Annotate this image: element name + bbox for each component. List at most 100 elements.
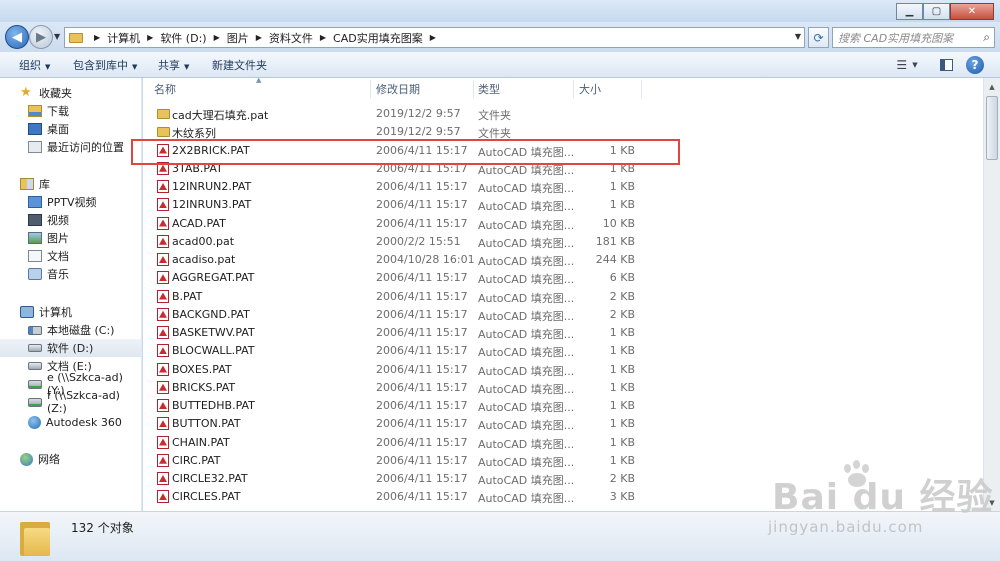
column-divider[interactable] (641, 80, 642, 98)
breadcrumb-drive-d[interactable]: 软件 (D:) (160, 30, 206, 46)
file-date: 2006/4/11 15:17 (376, 161, 468, 175)
file-row[interactable]: acad00.pat 2000/2/2 15:51 AutoCAD 填充图... 18… (143, 233, 983, 251)
file-row[interactable]: CIRCLE32.PAT 2006/4/11 15:17 AutoCAD 填充图..… (143, 470, 983, 488)
nav-item-pptv-video[interactable]: PPTV视频 (0, 193, 141, 211)
file-row[interactable]: BRICKS.PAT 2006/4/11 15:17 AutoCAD 填充图... 1… (143, 379, 983, 397)
close-button[interactable]: ✕ (950, 3, 994, 20)
column-divider[interactable] (370, 80, 371, 98)
column-header-size[interactable]: 大小 (579, 78, 601, 100)
column-divider[interactable] (473, 80, 474, 98)
file-date: 2006/4/11 15:17 (376, 362, 468, 376)
recent-pages-dropdown[interactable]: ▼ (54, 32, 60, 41)
nav-network[interactable]: 网络 (0, 450, 141, 468)
column-header-name[interactable]: 名称 (154, 78, 176, 100)
search-icon[interactable]: ⌕ (983, 30, 990, 45)
file-row[interactable]: BLOCWALL.PAT 2006/4/11 15:17 AutoCAD 填充图..… (143, 342, 983, 360)
column-divider[interactable] (573, 80, 574, 98)
file-row[interactable]: cad大理石填充.pat 2019/12/2 9:57 文件夹 (143, 105, 983, 123)
column-header-type-label: 类型 (478, 83, 500, 96)
file-row[interactable]: CHAIN.PAT 2006/4/11 15:17 AutoCAD 填充图... 1 … (143, 434, 983, 452)
address-bar[interactable]: ▶ 计算机 ▶ 软件 (D:) ▶ 图片 ▶ 资料文件 ▶ CAD实用填充图案 … (64, 27, 805, 48)
file-row[interactable]: BOXES.PAT 2006/4/11 15:17 AutoCAD 填充图... 1 … (143, 361, 983, 379)
file-date: 2006/4/11 15:17 (376, 271, 468, 285)
nav-item-music[interactable]: 音乐 (0, 265, 141, 283)
file-row[interactable]: 3TAB.PAT 2006/4/11 15:17 AutoCAD 填充图... 1 K… (143, 160, 983, 178)
file-size: 6 KB (609, 271, 635, 285)
file-date: 2006/4/11 15:17 (376, 472, 468, 485)
breadcrumb-computer[interactable]: 计算机 (107, 30, 140, 46)
maximize-button[interactable]: ▢ (923, 3, 950, 20)
nav-item-documents[interactable]: 文档 (0, 247, 141, 265)
vertical-scrollbar[interactable]: ▲ ▼ (983, 78, 1000, 511)
search-input[interactable]: 搜索 CAD实用填充图案 ⌕ (832, 27, 995, 48)
column-header-date-label: 修改日期 (376, 83, 420, 96)
nav-item-drive-d[interactable]: 软件 (D:) (0, 339, 141, 357)
nav-item-drive-c[interactable]: 本地磁盘 (C:) (0, 321, 141, 339)
nav-item-drive-z[interactable]: f (\\Szkca-ad) (Z:) (0, 389, 141, 415)
autocad-pattern-file-icon (157, 289, 169, 303)
view-options-button[interactable]: ☰ ▼ (890, 55, 924, 75)
nav-item-desktop[interactable]: 桌面 (0, 120, 141, 138)
breadcrumb-separator-icon[interactable]: ▶ (94, 33, 100, 42)
file-type: AutoCAD 填充图... (478, 492, 575, 506)
file-row[interactable]: AGGREGAT.PAT 2006/4/11 15:17 AutoCAD 填充图..… (143, 269, 983, 287)
file-row[interactable]: BACKGND.PAT 2006/4/11 15:17 AutoCAD 填充图...… (143, 306, 983, 324)
file-row[interactable]: 12INRUN3.PAT 2006/4/11 15:17 AutoCAD 填充图..… (143, 196, 983, 214)
nav-computer[interactable]: 计算机 (0, 303, 141, 321)
column-header-type[interactable]: 类型 (478, 78, 500, 100)
file-row[interactable]: 12INRUN2.PAT 2006/4/11 15:17 AutoCAD 填充图..… (143, 178, 983, 196)
scroll-down-icon[interactable]: ▼ (984, 494, 1000, 511)
refresh-button[interactable]: ⟳ (808, 27, 829, 48)
organize-label: 组织 (19, 59, 41, 72)
file-row[interactable]: CIRC.PAT 2006/4/11 15:17 AutoCAD 填充图... 1 K… (143, 452, 983, 470)
network-drive-icon (28, 379, 42, 389)
file-size: 1 KB (609, 453, 635, 467)
nav-item-pictures[interactable]: 图片 (0, 229, 141, 247)
file-size: 1 KB (609, 344, 635, 358)
file-row[interactable]: ACAD.PAT 2006/4/11 15:17 AutoCAD 填充图... 10 … (143, 215, 983, 233)
network-globe-icon (20, 452, 33, 466)
file-row[interactable]: BASKETWV.PAT 2006/4/11 15:17 AutoCAD 填充图..… (143, 324, 983, 342)
breadcrumb-resources[interactable]: 资料文件 (269, 30, 313, 46)
file-row[interactable]: BUTTEDHB.PAT 2006/4/11 15:17 AutoCAD 填充图..… (143, 397, 983, 415)
breadcrumb-separator-icon[interactable]: ▶ (214, 33, 220, 42)
new-folder-button[interactable]: 新建文件夹 (212, 57, 267, 73)
column-header-date[interactable]: 修改日期 (376, 78, 420, 100)
preview-pane-button[interactable] (936, 55, 956, 75)
file-row[interactable]: CIRCLES.PAT 2006/4/11 15:17 AutoCAD 填充图...… (143, 488, 983, 506)
breadcrumb-separator-icon[interactable]: ▶ (147, 33, 153, 42)
organize-menu[interactable]: 组织 ▼ (19, 57, 50, 73)
file-row[interactable]: 2X2BRICK.PAT 2006/4/11 15:17 AutoCAD 填充图..… (143, 142, 983, 160)
file-row[interactable]: BUTTON.PAT 2006/4/11 15:17 AutoCAD 填充图... 1… (143, 415, 983, 433)
nav-item-videos[interactable]: 视频 (0, 211, 141, 229)
computer-icon (20, 306, 34, 318)
file-name: 2X2BRICK.PAT (172, 143, 250, 157)
file-date: 2004/10/28 16:01 (376, 253, 475, 266)
back-button[interactable]: ◀ (5, 25, 29, 49)
file-row[interactable]: 木纹系列 2019/12/2 9:57 文件夹 (143, 123, 983, 141)
desktop-icon (28, 123, 42, 135)
nav-item-downloads[interactable]: 下载 (0, 102, 141, 120)
file-row[interactable]: acadiso.pat 2004/10/28 16:01 AutoCAD 填充图..… (143, 251, 983, 269)
scrollbar-thumb[interactable] (986, 96, 998, 160)
forward-button[interactable]: ▶ (29, 25, 53, 49)
breadcrumb-separator-icon[interactable]: ▶ (430, 33, 436, 42)
nav-item-recent-places[interactable]: 最近访问的位置 (0, 138, 141, 156)
breadcrumb-current-folder[interactable]: CAD实用填充图案 (333, 30, 423, 46)
scroll-up-icon[interactable]: ▲ (984, 78, 1000, 95)
breadcrumb-separator-icon[interactable]: ▶ (256, 33, 262, 42)
include-library-menu[interactable]: 包含到库中 ▼ (73, 57, 137, 73)
file-row[interactable]: B.PAT 2006/4/11 15:17 AutoCAD 填充图... 2 KB (143, 288, 983, 306)
nav-libraries[interactable]: 库 (0, 175, 141, 193)
help-button[interactable]: ? (966, 56, 984, 74)
minimize-button[interactable]: ▁ (896, 3, 923, 20)
file-type: AutoCAD 填充图... (478, 291, 575, 305)
nav-favorites[interactable]: ★ 收藏夹 (0, 84, 141, 102)
nav-item-autodesk-360[interactable]: Autodesk 360 (0, 413, 141, 431)
breadcrumb-separator-icon[interactable]: ▶ (320, 33, 326, 42)
file-name: 木纹系列 (172, 127, 216, 141)
breadcrumb-pictures[interactable]: 图片 (227, 30, 249, 46)
share-menu[interactable]: 共享 ▼ (158, 57, 189, 73)
address-history-dropdown-icon[interactable]: ▼ (795, 32, 801, 41)
column-header-name-label: 名称 (154, 83, 176, 96)
